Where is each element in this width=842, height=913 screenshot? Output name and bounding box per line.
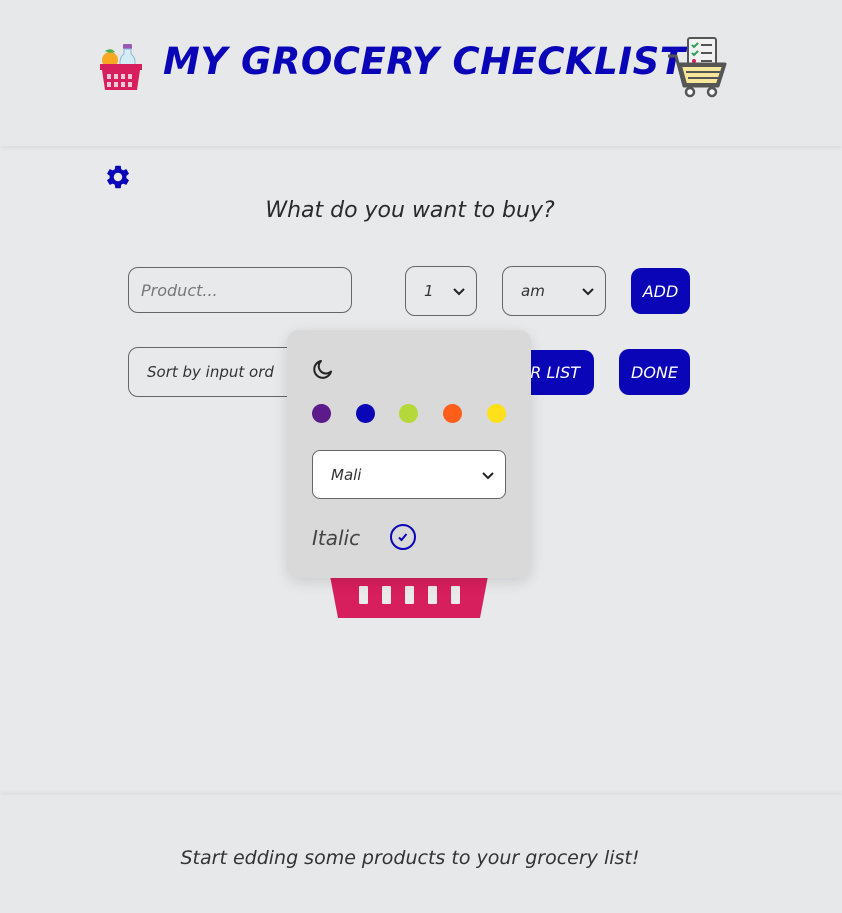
chevron-down-icon	[453, 288, 465, 296]
color-purple-option[interactable]	[312, 404, 331, 423]
checkmark-icon	[398, 533, 408, 542]
app-footer: Start edding some products to your groce…	[0, 795, 842, 913]
app-header: MY GROCERY CHECKLIST	[0, 0, 842, 146]
chevron-down-icon	[482, 472, 494, 480]
quantity-value: 1	[424, 282, 434, 300]
font-select[interactable]: Mali	[312, 450, 506, 499]
gear-icon[interactable]	[104, 163, 132, 191]
prompt-heading: What do you want to buy?	[265, 198, 555, 223]
color-orange-option[interactable]	[443, 404, 462, 423]
moon-icon[interactable]	[311, 357, 335, 381]
product-input[interactable]	[128, 267, 352, 313]
add-button[interactable]: ADD	[631, 268, 690, 314]
color-blue-option[interactable]	[356, 404, 375, 423]
settings-panel: Mali Italic	[287, 330, 531, 578]
done-button[interactable]: DONE	[619, 349, 690, 395]
unit-value: am	[521, 282, 545, 300]
unit-select[interactable]: am	[502, 266, 606, 316]
app-title: MY GROCERY CHECKLIST	[163, 40, 686, 83]
italic-label: Italic	[312, 526, 361, 550]
color-yellow-option[interactable]	[487, 404, 506, 423]
quantity-select[interactable]: 1	[405, 266, 477, 316]
chevron-down-icon	[582, 288, 594, 296]
basket-icon	[330, 576, 488, 618]
sort-value: Sort by input ord	[147, 363, 274, 381]
color-lime-option[interactable]	[399, 404, 418, 423]
grocery-basket-icon	[100, 44, 142, 90]
italic-checkbox[interactable]	[390, 524, 416, 550]
shopping-cart-checklist-icon	[668, 37, 727, 98]
footer-message: Start edding some products to your groce…	[180, 847, 640, 869]
font-value: Mali	[331, 465, 362, 484]
